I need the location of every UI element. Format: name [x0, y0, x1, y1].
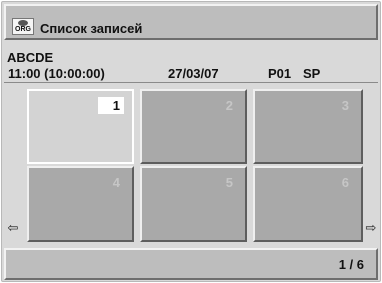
recording-time: 11:00 (10:00:00) — [8, 66, 105, 81]
status-bar: 1 / 6 — [4, 248, 378, 280]
thumbnail-4[interactable]: 4 — [27, 166, 134, 242]
recording-date: 27/03/07 — [168, 66, 219, 81]
recording-info-row: 11:00 (10:00:00) 27/03/07 P01 SP — [4, 66, 378, 83]
org-icon-label: ORG — [15, 26, 31, 33]
thumbnail-number: 1 — [98, 97, 124, 114]
previous-page-arrow-icon[interactable]: ⇦ — [6, 221, 20, 235]
thumbnail-number: 5 — [225, 175, 233, 190]
thumbnail-3[interactable]: 3 — [253, 89, 363, 164]
thumbnail-6[interactable]: 6 — [253, 166, 363, 242]
thumbnail-number: 6 — [341, 175, 349, 190]
next-page-arrow-icon[interactable]: ⇨ — [364, 221, 378, 235]
thumbnail-number: 3 — [341, 98, 349, 113]
thumbnail-1[interactable]: 1 — [27, 89, 134, 164]
thumbnail-5[interactable]: 5 — [140, 166, 247, 242]
recording-mode: SP — [303, 66, 321, 81]
org-disc-icon: ORG — [12, 18, 34, 35]
page-title: Список записей — [40, 21, 143, 36]
recording-program: P01 — [268, 66, 292, 81]
page-indicator: 1 / 6 — [338, 257, 364, 272]
thumbnail-2[interactable]: 2 — [140, 89, 247, 164]
recording-title: ABCDE — [7, 50, 54, 65]
thumbnail-number: 4 — [112, 175, 120, 190]
thumbnail-number: 2 — [225, 98, 233, 113]
